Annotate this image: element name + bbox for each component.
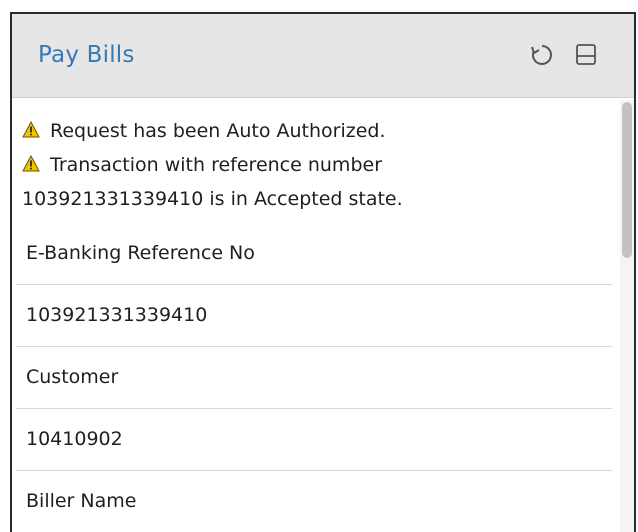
field-value-customer: 10410902	[16, 410, 612, 471]
message-transaction: Transaction with reference number	[22, 154, 382, 177]
field-label-customer: Customer	[16, 348, 612, 409]
panel-body: Request has been Auto Authorized. Transa…	[12, 100, 634, 532]
message-auto-authorized: Request has been Auto Authorized.	[22, 120, 386, 143]
refresh-icon[interactable]	[530, 43, 554, 71]
panel-header: Pay Bills	[12, 14, 634, 98]
field-value-ebanking-reference: 103921331339410	[16, 286, 612, 347]
scrollbar-thumb[interactable]	[622, 102, 632, 258]
field-label-ebanking-reference: E-Banking Reference No	[16, 224, 612, 285]
message-text: Request has been Auto Authorized.	[50, 120, 386, 142]
minimize-icon[interactable]	[574, 42, 598, 70]
message-accepted-state: 103921331339410 is in Accepted state.	[22, 188, 403, 210]
message-text: Transaction with reference number	[50, 154, 382, 176]
page: Pay Bills Request has been Auto Authoriz…	[0, 0, 638, 532]
pay-bills-panel: Pay Bills Request has been Auto Authoriz…	[10, 12, 636, 532]
message-text: 103921331339410 is in Accepted state.	[22, 188, 403, 210]
warning-icon	[22, 120, 40, 143]
field-label-biller-name: Biller Name	[26, 490, 137, 512]
panel-title: Pay Bills	[38, 42, 135, 68]
warning-icon	[22, 154, 40, 177]
